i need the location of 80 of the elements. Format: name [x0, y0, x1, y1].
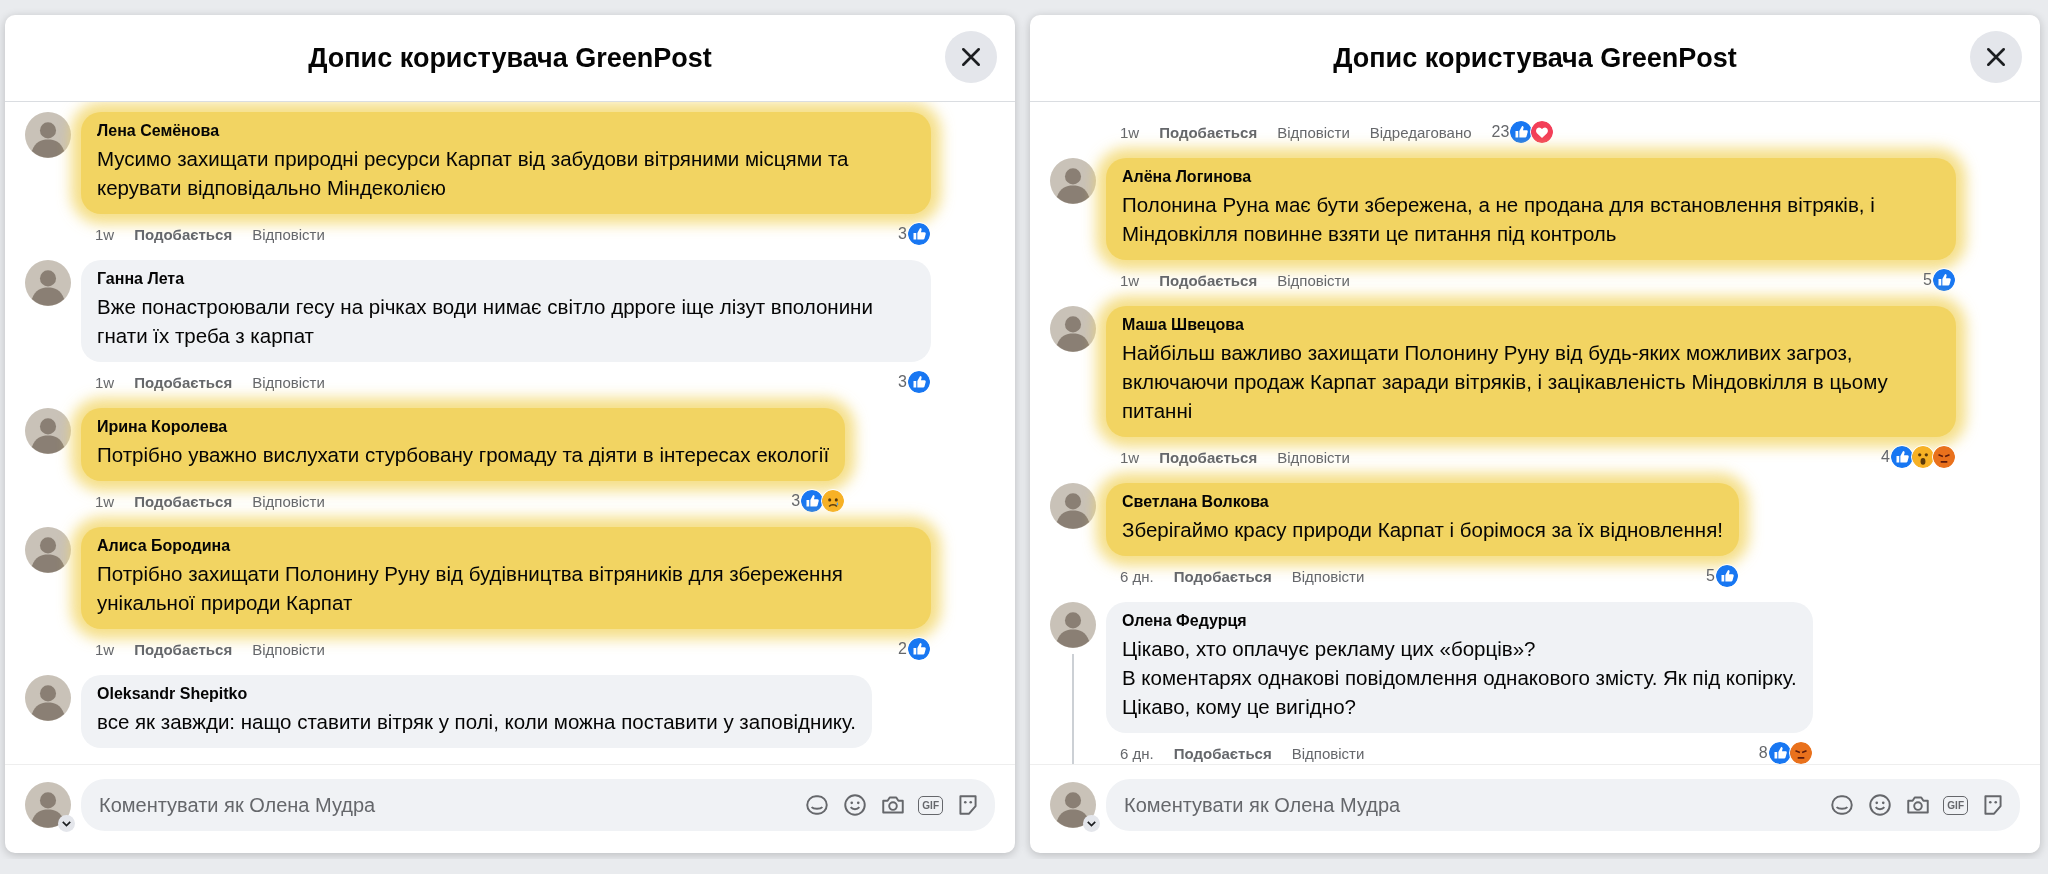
comment-time[interactable]: 1w [1120, 448, 1140, 466]
avatar[interactable] [1050, 602, 1096, 648]
author-name[interactable]: Маша Швецова [1122, 316, 1940, 334]
reply-link[interactable]: Відповісти [252, 492, 325, 510]
avatar[interactable] [25, 675, 71, 721]
comment-text: Зберігаймо красу природи Карпат і борімося за їх відновлення! [1122, 517, 1723, 543]
like-link[interactable]: Подобається [1173, 744, 1272, 762]
comment-field[interactable]: Коментувати як Олена Мудра GIF [1106, 779, 2020, 831]
gif-button[interactable]: GIF [918, 795, 943, 815]
edited-label: Відредаговано [1369, 123, 1472, 141]
reaction-count[interactable]: 2 [898, 640, 907, 658]
avatar[interactable] [1050, 483, 1096, 529]
comment-time[interactable]: 1w [95, 373, 115, 391]
chevron-icon[interactable] [58, 815, 75, 832]
reply-link[interactable]: Відповісти [1277, 448, 1350, 466]
comment-text: Полонина Руна має бути збережена, а не продана для встановлення вітряків, і Міндовкілля повинне взяти це питання під контроль [1122, 192, 1876, 247]
reaction-count[interactable]: 3 [791, 492, 801, 510]
avatar[interactable] [1050, 306, 1096, 352]
avatar[interactable] [1050, 782, 1096, 828]
reply-link[interactable]: Відповісти [1277, 271, 1350, 289]
comment-text: Потрібно захищати Полонину Руну від будівництва вітряників для збереження унікальної природи Карпат [97, 561, 844, 616]
reply-link[interactable]: Відповісти [1277, 123, 1350, 141]
smiley-icon[interactable] [842, 792, 869, 818]
reply-link[interactable]: Відповісти [252, 225, 325, 243]
avatar[interactable] [25, 260, 71, 306]
chevron-icon[interactable] [1083, 815, 1100, 832]
author-name[interactable]: Олена Федурця [1122, 612, 1797, 630]
comment-time[interactable]: 6 дн. [1120, 567, 1154, 585]
close-button[interactable] [945, 31, 997, 83]
reaction-count[interactable]: 5 [1706, 567, 1715, 585]
like-link[interactable]: Подобається [1159, 271, 1258, 289]
reply-link[interactable]: Відповісти [252, 373, 325, 391]
like-link[interactable]: Подобається [1159, 123, 1258, 141]
reaction-count[interactable]: 5 [1923, 271, 1932, 289]
close-button[interactable] [1970, 31, 2022, 83]
author-name[interactable]: Ганна Лета [97, 270, 915, 288]
comment-time[interactable]: 1w [1120, 123, 1140, 141]
close-icon [1985, 46, 2007, 68]
comment-text: Мусимо захищати природні ресурси Карпат від забудови вітряними місцями та керувати відповідально Міндеколією [97, 146, 850, 201]
reply-link[interactable]: Відповісти [1291, 567, 1365, 585]
comment-text: Найбільш важливо захищати Полонину Руну від будь-яких можливих загроз, включаючи продаж Карпат заради вітряків, і зацікавленість Міндовкілля в цьому питанні [1122, 340, 1889, 424]
close-icon [960, 46, 982, 68]
avatar[interactable] [25, 112, 71, 158]
reply-link[interactable]: Відповісти [1291, 744, 1365, 762]
comment-text: Вже понастроювали гесу на річках води нимає світло дрроге іще лізут вполонини гнати їх треба з карпат [97, 294, 874, 349]
reaction-count[interactable]: 23 [1491, 123, 1510, 141]
dialog-title: Допис користувача GreenPost [1333, 42, 1737, 74]
author-name[interactable]: Светлана Волкова [1122, 493, 1723, 511]
comment-text: все як завжди: нащо ставити вітряк у полі, коли можна поставити у заповіднику. [97, 709, 856, 735]
comment-time[interactable]: 1w [1120, 271, 1140, 289]
author-name[interactable]: Лена Семёнова [97, 122, 915, 140]
like-link[interactable]: Подобається [1173, 567, 1272, 585]
comment-text: Цікаво, хто оплачує рекламу цих «борців»? В коментарях однакові повідомлення однакового змісту. Як під копірку. Цікаво, кому це вигідно? [1122, 636, 1797, 720]
reaction-count[interactable]: 4 [1881, 448, 1890, 466]
comment-time[interactable]: 6 дн. [1120, 744, 1154, 762]
avatar[interactable] [25, 408, 71, 454]
reply-link[interactable]: Відповісти [252, 640, 325, 658]
comment-time[interactable]: 1w [95, 640, 115, 658]
like-link[interactable]: Подобається [134, 373, 233, 391]
avatar[interactable] [25, 527, 71, 573]
comment-field[interactable]: Коментувати як Олена Мудра GIF [81, 779, 995, 831]
reaction-count[interactable]: 3 [898, 373, 907, 391]
like-link[interactable]: Подобається [134, 225, 233, 243]
gif-button[interactable]: GIF [1943, 795, 1968, 815]
reaction-count[interactable]: 8 [1758, 744, 1768, 762]
comment-time[interactable]: 1w [95, 492, 115, 510]
author-name[interactable]: Алиса Бородина [97, 537, 915, 555]
author-name[interactable]: Алёна Логинова [1122, 168, 1940, 186]
avatar[interactable] [1050, 158, 1096, 204]
dialog-title: Допис користувача GreenPost [308, 42, 712, 74]
smiley-icon[interactable] [1867, 792, 1894, 818]
like-link[interactable]: Подобається [134, 492, 233, 510]
comment-text: Потрібно уважно вислухати стурбовану громаду та діяти в інтересах екології [97, 442, 830, 468]
reaction-count[interactable]: 3 [898, 225, 907, 243]
avatar[interactable] [25, 782, 71, 828]
like-link[interactable]: Подобається [134, 640, 233, 658]
author-name[interactable]: Ирина Королева [97, 418, 830, 436]
comment-time[interactable]: 1w [95, 225, 115, 243]
author-name[interactable]: Oleksandr Shepitko [97, 685, 856, 703]
like-link[interactable]: Подобається [1159, 448, 1258, 466]
